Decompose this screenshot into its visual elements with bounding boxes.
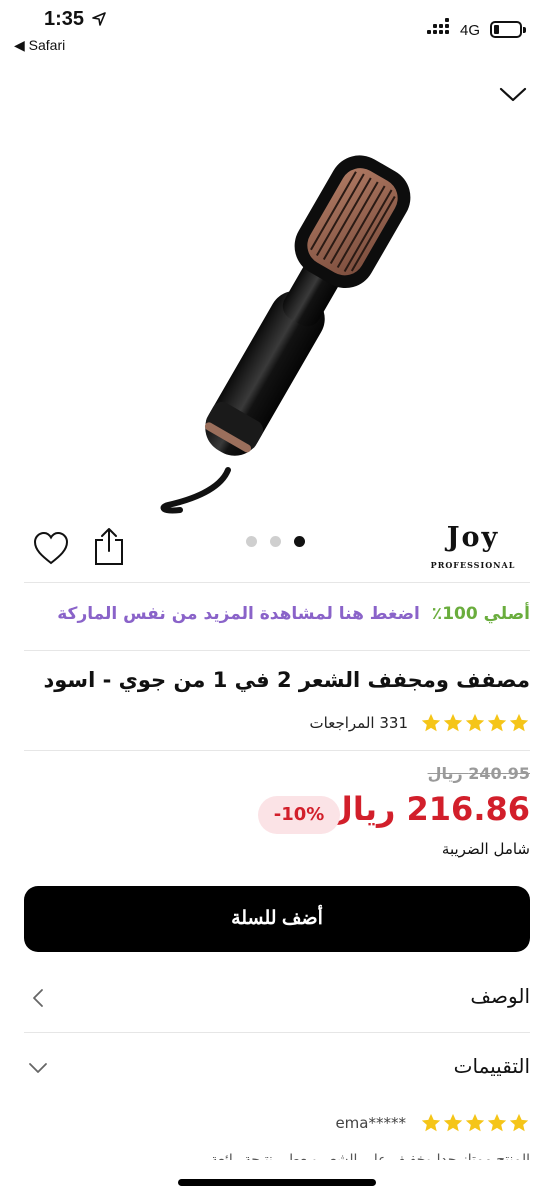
heart-icon[interactable] (32, 530, 70, 568)
review-text: المنتج ممتاز جدا وخفيف على الشعر ويعطي ن… (210, 1152, 530, 1160)
gallery-dot[interactable] (270, 536, 281, 547)
star-icon (465, 1113, 485, 1132)
product-image[interactable] (150, 150, 430, 520)
discount-badge: -10% (258, 796, 340, 834)
star-icon (487, 713, 507, 732)
signal-strength-icon (427, 18, 451, 38)
review-item: ema***** (335, 1112, 530, 1134)
star-icon (443, 713, 463, 732)
star-icon (509, 713, 529, 732)
reviewer-name: ema***** (335, 1114, 406, 1132)
location-arrow-icon (92, 12, 106, 26)
star-icon (509, 1113, 529, 1132)
gallery-dot-active[interactable] (294, 536, 305, 547)
chevron-left-icon (33, 989, 43, 1007)
home-indicator[interactable] (178, 1179, 376, 1186)
gallery-pagination[interactable] (246, 536, 310, 548)
description-section[interactable]: الوصف (24, 978, 530, 1018)
divider (24, 1032, 530, 1033)
add-to-cart-button[interactable]: أضف للسلة (24, 886, 530, 952)
product-rating[interactable]: 331 المراجعات (310, 710, 530, 736)
divider (24, 582, 530, 583)
gallery-dot[interactable] (246, 536, 257, 547)
status-bar: 1:35 ◀ Safari 4G (0, 0, 554, 60)
status-time: 1:35 (44, 8, 85, 30)
old-price: 240.95 ريال (427, 764, 530, 783)
authentic-label: أصلي 100٪ (431, 604, 530, 624)
battery-fill (494, 25, 499, 34)
chevron-down-icon (29, 1063, 47, 1073)
brand-name: Joy (446, 522, 500, 553)
star-icon (443, 1113, 463, 1132)
current-price: 216.86 ريال (325, 790, 530, 828)
authentic-banner[interactable]: أصلي 100٪ اضغط هنا لمشاهدة المزيد من نفس… (57, 604, 530, 624)
chevron-down-icon[interactable] (498, 82, 528, 106)
brand-logo[interactable]: Joy PROFESSIONAL (428, 520, 518, 576)
review-stars (420, 1112, 530, 1134)
share-icon[interactable] (92, 526, 126, 566)
network-type: 4G (460, 22, 481, 39)
divider (24, 650, 530, 651)
battery-icon (490, 21, 526, 38)
brand-more-link[interactable]: اضغط هنا لمشاهدة المزيد من نفس الماركة (57, 604, 420, 624)
star-icon (421, 1113, 441, 1132)
divider (24, 750, 530, 751)
star-icon (421, 713, 441, 732)
rating-stars (420, 712, 530, 734)
product-title: مصفف ومجفف الشعر 2 في 1 من جوي - اسود (43, 668, 530, 692)
reviews-label: التقييمات (453, 1054, 530, 1078)
review-count[interactable]: 331 المراجعات (310, 714, 408, 732)
brand-tagline: PROFESSIONAL (430, 560, 516, 570)
star-icon (487, 1113, 507, 1132)
back-to-app-link[interactable]: ◀ Safari (14, 37, 65, 54)
tax-note: شامل الضريبة (441, 840, 530, 858)
description-label: الوصف (470, 984, 530, 1008)
star-icon (465, 713, 485, 732)
reviews-section[interactable]: التقييمات (24, 1048, 530, 1088)
